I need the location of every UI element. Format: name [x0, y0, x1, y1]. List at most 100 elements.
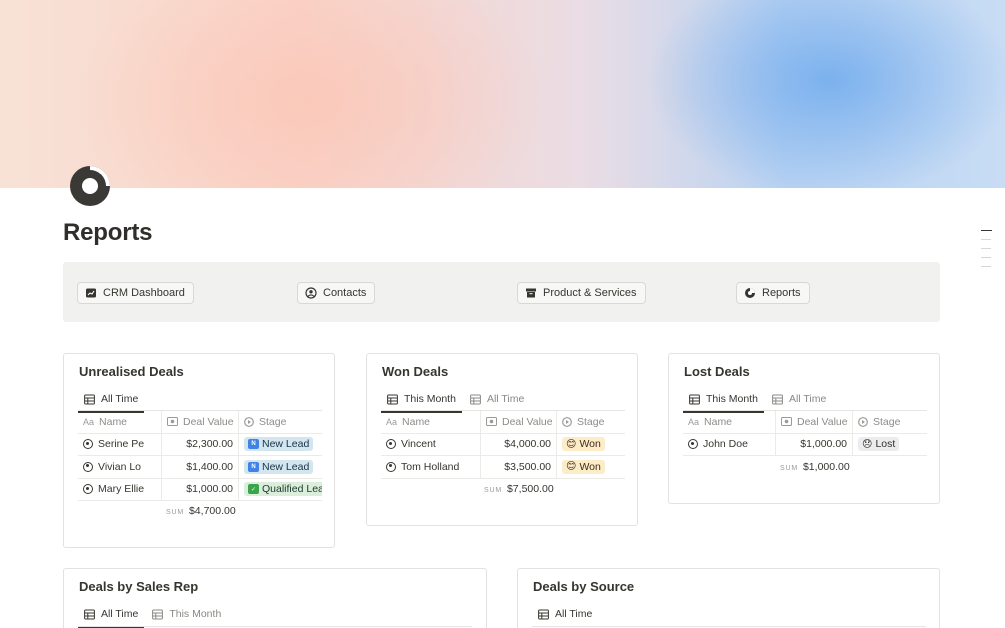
column-header-stage[interactable]: Stage: [239, 411, 322, 433]
sum-footer[interactable]: SUM $1,000.00: [780, 461, 850, 473]
value-cell[interactable]: $2,300.00: [162, 433, 239, 455]
tab-all-time[interactable]: All Time: [78, 387, 145, 413]
toc-line[interactable]: [981, 266, 991, 267]
deals-table: Aa Name Deal Value Stage Vincent $4,000.0…: [381, 410, 625, 479]
tab-label: All Time: [555, 608, 593, 620]
status-icon: [244, 416, 254, 427]
text-property-icon: Aa: [83, 416, 95, 427]
stage-cell[interactable]: ✓Qualified Lead: [239, 479, 322, 501]
deal-name: Tom Holland: [401, 460, 460, 473]
nav-button-crm-dashboard[interactable]: CRM Dashboard: [77, 282, 194, 304]
new-icon: N: [248, 439, 259, 450]
column-header-deal-value[interactable]: Deal Value: [162, 411, 239, 433]
deal-name: John Doe: [703, 438, 748, 451]
view-tabs: All Time: [532, 602, 600, 626]
nav-button-label: CRM Dashboard: [103, 287, 185, 299]
toc-line[interactable]: [981, 248, 991, 249]
lost-deals-card: Lost Deals This Month All Time Aa Name De…: [668, 353, 940, 504]
tab-all-time[interactable]: All Time: [78, 602, 145, 628]
value-cell[interactable]: $1,000.00: [162, 478, 239, 500]
tab-label: This Month: [706, 393, 758, 405]
table-row[interactable]: Tom Holland $3,500.00 😊 Won: [381, 456, 625, 479]
toc-line[interactable]: [981, 230, 992, 231]
table-of-contents[interactable]: [981, 230, 992, 275]
won-deals-card: Won Deals This Month All Time Aa Name Dea…: [366, 353, 638, 526]
table-row[interactable]: Mary Ellie $1,000.00 ✓Qualified Lead: [78, 478, 322, 501]
column-header-deal-value[interactable]: Deal Value: [481, 411, 557, 433]
nav-button-label: Contacts: [323, 287, 367, 299]
nav-button-label: Product & Services: [543, 287, 637, 299]
name-cell[interactable]: Vincent: [381, 433, 481, 455]
deals-by-source-card: Deals by Source All Time: [517, 568, 940, 628]
table-row[interactable]: Serine Pe $2,300.00 N New Lead: [78, 433, 322, 456]
nav-button-contacts[interactable]: Contacts: [297, 282, 376, 304]
banknote-icon: [781, 417, 792, 427]
column-header-deal-value[interactable]: Deal Value: [776, 411, 853, 433]
nav-button-label: Reports: [762, 287, 801, 299]
sum-label: SUM: [484, 487, 502, 494]
header-label: Deal Value: [183, 415, 234, 428]
banknote-icon: [167, 417, 178, 427]
name-cell[interactable]: John Doe: [683, 433, 776, 455]
divider: [532, 626, 926, 627]
table-row[interactable]: Vincent $4,000.00 😊 Won: [381, 433, 625, 456]
divider: [78, 626, 472, 627]
tab-all-time[interactable]: All Time: [464, 387, 530, 411]
stage-label: New Lead: [262, 460, 310, 473]
table-header-row: Aa Name Deal Value Stage: [381, 411, 625, 434]
tab-all-time[interactable]: All Time: [532, 602, 598, 626]
stage-cell[interactable]: 😞 Lost: [853, 434, 927, 456]
sum-value: $7,500.00: [506, 483, 554, 495]
page-title: Reports: [63, 219, 153, 246]
header-label: Stage: [259, 415, 287, 428]
stage-cell[interactable]: N New Lead: [239, 434, 322, 456]
name-cell[interactable]: Vivian Lo: [78, 456, 162, 478]
header-label: Deal Value: [502, 415, 553, 428]
stage-tag: N New Lead: [244, 459, 314, 474]
name-cell[interactable]: Mary Ellie: [78, 478, 162, 500]
value-cell[interactable]: $4,000.00: [481, 433, 557, 455]
tab-all-time[interactable]: All Time: [766, 387, 832, 411]
name-cell[interactable]: Tom Holland: [381, 456, 481, 478]
person-icon: [688, 439, 698, 450]
tab-this-month[interactable]: This Month: [146, 602, 227, 626]
toc-line[interactable]: [981, 239, 991, 240]
column-header-name[interactable]: Aa Name: [78, 411, 162, 433]
header-label: Name: [99, 415, 128, 428]
stage-label: New Lead: [262, 438, 310, 451]
tab-this-month[interactable]: This Month: [381, 387, 462, 413]
person-icon: [386, 439, 396, 450]
header-label: Stage: [873, 415, 901, 428]
table-icon: [772, 394, 783, 404]
card-title: Lost Deals: [684, 364, 750, 379]
header-label: Deal Value: [797, 415, 848, 428]
tab-this-month[interactable]: This Month: [683, 387, 764, 413]
value-cell[interactable]: $1,400.00: [162, 456, 239, 478]
deals-table: Aa Name Deal Value Stage Serine Pe $2,300…: [78, 410, 322, 501]
deals-by-sales-rep-card: Deals by Sales Rep All Time This Month: [63, 568, 487, 628]
column-header-stage[interactable]: Stage: [557, 411, 625, 433]
value-cell[interactable]: $3,500.00: [481, 456, 557, 478]
toc-line[interactable]: [981, 257, 991, 258]
table-row[interactable]: John Doe $1,000.00 😞 Lost: [683, 433, 927, 456]
column-header-stage[interactable]: Stage: [853, 411, 927, 433]
smiling-face-icon: 😊: [566, 438, 577, 450]
stage-cell[interactable]: 😊 Won: [557, 456, 625, 478]
stage-cell[interactable]: N New Lead: [239, 456, 322, 478]
nav-button-reports[interactable]: Reports: [736, 282, 810, 304]
view-tabs: All Time This Month: [78, 602, 229, 628]
name-cell[interactable]: Serine Pe: [78, 433, 162, 455]
nav-button-product-services[interactable]: Product & Services: [517, 282, 646, 304]
sum-footer[interactable]: SUM $7,500.00: [484, 483, 554, 495]
sum-label: SUM: [166, 509, 184, 516]
column-header-name[interactable]: Aa Name: [381, 411, 481, 433]
navigation-bar: CRM Dashboard Contacts Product & Service…: [63, 262, 940, 322]
table-row[interactable]: Vivian Lo $1,400.00 N New Lead: [78, 456, 322, 479]
banknote-icon: [486, 417, 497, 427]
sum-footer[interactable]: SUM $4,700.00: [166, 505, 236, 517]
column-header-name[interactable]: Aa Name: [683, 411, 776, 433]
sum-value: $1,000.00: [802, 461, 850, 473]
value-cell[interactable]: $1,000.00: [776, 433, 853, 455]
stage-cell[interactable]: 😊 Won: [557, 434, 625, 456]
pie-chart-icon[interactable]: [68, 164, 112, 208]
